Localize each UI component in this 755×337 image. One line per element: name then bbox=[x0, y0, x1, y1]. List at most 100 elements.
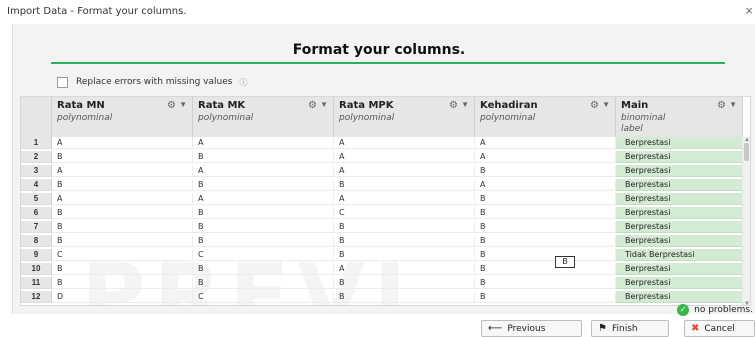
table-row: 1 A A A A Berprestasi bbox=[21, 137, 750, 149]
table-cell[interactable]: B bbox=[193, 221, 334, 233]
label-cell[interactable]: Berprestasi bbox=[616, 235, 743, 247]
table-cell[interactable]: A bbox=[52, 193, 193, 205]
arrow-left-icon: ⟵ bbox=[488, 323, 503, 334]
column-type: polynominal bbox=[198, 113, 254, 123]
table-cell[interactable]: B bbox=[334, 235, 475, 247]
table-cell[interactable]: A bbox=[334, 151, 475, 163]
table-cell[interactable]: A bbox=[475, 151, 616, 163]
table-cell[interactable]: B bbox=[193, 151, 334, 163]
table-cell[interactable]: B bbox=[52, 179, 193, 191]
chevron-down-icon[interactable]: ▼ bbox=[729, 100, 737, 109]
table-cell[interactable]: B bbox=[334, 221, 475, 233]
table-cell[interactable]: B bbox=[334, 249, 475, 261]
table-cell[interactable]: A bbox=[334, 165, 475, 177]
column-header[interactable]: Rata MK polynominal ⚙ ▼ bbox=[193, 97, 334, 137]
chevron-down-icon[interactable]: ▼ bbox=[461, 100, 469, 109]
column-name: Rata MPK bbox=[339, 100, 394, 111]
table-cell[interactable]: B bbox=[52, 235, 193, 247]
gear-icon[interactable]: ⚙ bbox=[308, 100, 317, 111]
table-cell[interactable]: B bbox=[52, 263, 193, 275]
gear-icon[interactable]: ⚙ bbox=[590, 100, 599, 111]
table-row: 2 B B A A Berprestasi bbox=[21, 151, 750, 163]
replace-errors-checkbox[interactable] bbox=[57, 76, 68, 88]
table-cell[interactable]: B bbox=[52, 207, 193, 219]
chevron-down-icon[interactable]: ▼ bbox=[179, 100, 187, 109]
table-cell[interactable]: B bbox=[193, 207, 334, 219]
table-cell[interactable]: B bbox=[52, 151, 193, 163]
row-number: 8 bbox=[21, 235, 52, 247]
table-cell[interactable]: B bbox=[475, 249, 616, 261]
row-number: 5 bbox=[21, 193, 52, 205]
gear-icon[interactable]: ⚙ bbox=[717, 100, 726, 111]
row-number-header bbox=[21, 97, 52, 137]
table-cell[interactable]: A bbox=[475, 179, 616, 191]
label-cell[interactable]: Berprestasi bbox=[616, 277, 743, 289]
label-cell[interactable]: Berprestasi bbox=[616, 165, 743, 177]
table-cell[interactable]: C bbox=[193, 249, 334, 261]
table-row: 8 B B B B Berprestasi bbox=[21, 235, 750, 247]
chevron-down-icon[interactable]: ▼ bbox=[320, 100, 328, 109]
table-cell[interactable]: B bbox=[193, 179, 334, 191]
previous-button[interactable]: ⟵ Previous bbox=[481, 320, 582, 337]
table-cell[interactable]: B bbox=[52, 221, 193, 233]
row-number: 4 bbox=[21, 179, 52, 191]
table-cell[interactable]: B bbox=[334, 179, 475, 191]
table-cell[interactable]: B bbox=[475, 193, 616, 205]
table-cell[interactable]: D bbox=[52, 291, 193, 303]
table-cell[interactable]: A bbox=[52, 165, 193, 177]
table-cell[interactable]: A bbox=[193, 137, 334, 149]
finish-button[interactable]: ⚑ Finish bbox=[591, 320, 669, 337]
gear-icon[interactable]: ⚙ bbox=[449, 100, 458, 111]
table-cell[interactable]: B bbox=[193, 263, 334, 275]
table-cell[interactable]: B bbox=[475, 291, 616, 303]
column-header[interactable]: Rata MPK polynominal ⚙ ▼ bbox=[334, 97, 475, 137]
label-cell[interactable]: Berprestasi bbox=[616, 291, 743, 303]
info-icon[interactable]: ⓘ bbox=[239, 77, 247, 88]
label-cell[interactable]: Berprestasi bbox=[616, 137, 743, 149]
label-cell[interactable]: Tidak Berprestasi bbox=[616, 249, 743, 261]
table-cell[interactable]: A bbox=[334, 193, 475, 205]
table-cell[interactable]: B bbox=[475, 207, 616, 219]
table-cell[interactable]: A bbox=[475, 137, 616, 149]
table-cell[interactable]: A bbox=[334, 137, 475, 149]
table-cell[interactable]: B bbox=[193, 277, 334, 289]
table-cell[interactable]: B bbox=[475, 165, 616, 177]
label-cell[interactable]: Berprestasi bbox=[616, 193, 743, 205]
status-text: no problems. bbox=[694, 305, 753, 315]
label-cell[interactable]: Berprestasi bbox=[616, 221, 743, 233]
column-type: polynominal bbox=[339, 113, 395, 123]
label-cell[interactable]: Berprestasi bbox=[616, 263, 743, 275]
table-cell[interactable]: B bbox=[475, 235, 616, 247]
replace-errors-option[interactable]: Replace errors with missing values ⓘ bbox=[57, 75, 247, 89]
table-cell[interactable]: C bbox=[193, 291, 334, 303]
column-header[interactable]: Main binominal label ⚙ ▼ bbox=[616, 97, 743, 137]
label-cell[interactable]: Berprestasi bbox=[616, 151, 743, 163]
table-row: 12 D C B B Berprestasi bbox=[21, 291, 750, 303]
table-cell[interactable]: A bbox=[193, 165, 334, 177]
table-cell[interactable]: B bbox=[334, 277, 475, 289]
table-cell[interactable]: A bbox=[52, 137, 193, 149]
label-cell[interactable]: Berprestasi bbox=[616, 179, 743, 191]
table-cell[interactable]: B bbox=[52, 277, 193, 289]
table-cell[interactable]: A bbox=[193, 193, 334, 205]
table-cell[interactable]: B bbox=[193, 235, 334, 247]
label-cell[interactable]: Berprestasi bbox=[616, 207, 743, 219]
row-number: 7 bbox=[21, 221, 52, 233]
column-name: Rata MK bbox=[198, 100, 246, 111]
table-cell[interactable]: B bbox=[334, 291, 475, 303]
table-cell[interactable]: A bbox=[334, 263, 475, 275]
cancel-button[interactable]: ✖ Cancel bbox=[684, 320, 755, 337]
table-cell[interactable]: B bbox=[475, 277, 616, 289]
gear-icon[interactable]: ⚙ bbox=[167, 100, 176, 111]
chevron-down-icon[interactable]: ▼ bbox=[602, 100, 610, 109]
cancel-button-label: Cancel bbox=[704, 323, 735, 334]
close-icon[interactable]: × bbox=[745, 3, 753, 18]
column-header[interactable]: Kehadiran polynominal ⚙ ▼ bbox=[475, 97, 616, 137]
column-header[interactable]: Rata MN polynominal ⚙ ▼ bbox=[52, 97, 193, 137]
table-cell[interactable]: B bbox=[475, 221, 616, 233]
table-cell[interactable]: C bbox=[334, 207, 475, 219]
status-indicator: ✓ no problems. bbox=[677, 304, 753, 316]
table-cell[interactable]: C bbox=[52, 249, 193, 261]
row-number: 10 bbox=[21, 263, 52, 275]
table-cell[interactable]: B bbox=[475, 263, 616, 275]
